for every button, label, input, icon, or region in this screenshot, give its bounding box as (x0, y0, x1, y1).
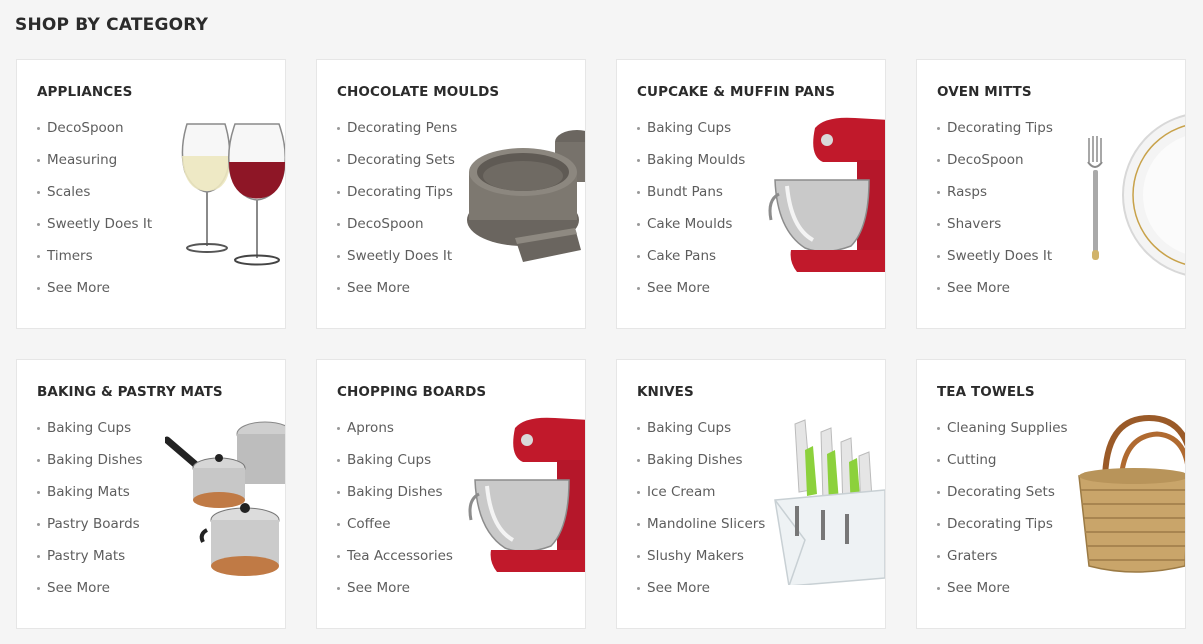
category-title[interactable]: CUPCAKE & MUFFIN PANS (637, 84, 835, 100)
category-link[interactable]: Slushy Makers (637, 548, 765, 580)
category-card-chopping-boards: CHOPPING BOARDS Aprons Baking Cups Bakin… (316, 359, 586, 629)
cookware-pots-image (165, 421, 285, 576)
category-link[interactable]: Baking Cups (37, 420, 143, 452)
category-link[interactable]: Baking Cups (637, 120, 745, 152)
category-card-tea-towels: TEA TOWELS Cleaning Supplies Cutting Dec… (916, 359, 1186, 629)
category-link-list: Decorating Tips DecoSpoon Rasps Shavers … (937, 120, 1053, 312)
category-link-list: Baking Cups Baking Moulds Bundt Pans Cak… (637, 120, 745, 312)
category-card-appliances: APPLIANCES DecoSpoon Measuring Scales Sw… (16, 59, 286, 329)
see-more-link[interactable]: See More (37, 280, 152, 312)
category-link[interactable]: DecoSpoon (937, 152, 1053, 184)
category-link[interactable]: Rasps (937, 184, 1053, 216)
category-link[interactable]: Baking Cups (637, 420, 765, 452)
category-link-list: Aprons Baking Cups Baking Dishes Coffee … (337, 420, 453, 612)
category-link[interactable]: Coffee (337, 516, 453, 548)
category-link[interactable]: Decorating Tips (937, 516, 1068, 548)
category-link[interactable]: Mandoline Slicers (637, 516, 765, 548)
category-title[interactable]: BAKING & PASTRY MATS (37, 384, 223, 400)
category-link[interactable]: Sweetly Does It (37, 216, 152, 248)
category-title[interactable]: TEA TOWELS (937, 384, 1035, 400)
category-link[interactable]: Cake Moulds (637, 216, 745, 248)
category-link[interactable]: DecoSpoon (37, 120, 152, 152)
category-link[interactable]: Bundt Pans (637, 184, 745, 216)
see-more-link[interactable]: See More (637, 580, 765, 612)
category-link-list: Cleaning Supplies Cutting Decorating Set… (937, 420, 1068, 612)
fork-and-plate-image (1087, 114, 1185, 276)
category-link[interactable]: Baking Dishes (637, 452, 765, 484)
see-more-link[interactable]: See More (937, 280, 1053, 312)
category-card-knives: KNIVES Baking Cups Baking Dishes Ice Cre… (616, 359, 886, 629)
category-title[interactable]: OVEN MITTS (937, 84, 1032, 100)
category-link[interactable]: Pastry Boards (37, 516, 143, 548)
category-link[interactable]: DecoSpoon (337, 216, 457, 248)
section-title: SHOP BY CATEGORY (15, 15, 209, 35)
category-link[interactable]: Graters (937, 548, 1068, 580)
see-more-link[interactable]: See More (637, 280, 745, 312)
category-link-list: Baking Cups Baking Dishes Baking Mats Pa… (37, 420, 143, 612)
springform-pans-image (467, 130, 585, 262)
category-link[interactable]: Baking Mats (37, 484, 143, 516)
category-link[interactable]: Shavers (937, 216, 1053, 248)
category-link[interactable]: Pastry Mats (37, 548, 143, 580)
see-more-link[interactable]: See More (937, 580, 1068, 612)
knife-block-image (774, 419, 885, 585)
category-link[interactable]: Cutting (937, 452, 1068, 484)
see-more-link[interactable]: See More (337, 580, 453, 612)
category-link[interactable]: Baking Dishes (337, 484, 453, 516)
category-link[interactable]: Cleaning Supplies (937, 420, 1068, 452)
category-card-oven-mitts: OVEN MITTS Decorating Tips DecoSpoon Ras… (916, 59, 1186, 329)
stand-mixer-image (468, 417, 585, 572)
category-link-list: Baking Cups Baking Dishes Ice Cream Mand… (637, 420, 765, 612)
category-title[interactable]: APPLIANCES (37, 84, 132, 100)
category-card-cupcake-muffin-pans: CUPCAKE & MUFFIN PANS Baking Cups Baking… (616, 59, 886, 329)
category-link-list: DecoSpoon Measuring Scales Sweetly Does … (37, 120, 152, 312)
see-more-link[interactable]: See More (337, 280, 457, 312)
category-link[interactable]: Baking Cups (337, 452, 453, 484)
see-more-link[interactable]: See More (37, 580, 143, 612)
category-link[interactable]: Decorating Sets (937, 484, 1068, 516)
category-link[interactable]: Tea Accessories (337, 548, 453, 580)
category-title[interactable]: CHOPPING BOARDS (337, 384, 486, 400)
category-link[interactable]: Timers (37, 248, 152, 280)
stand-mixer-image (768, 117, 885, 272)
category-link[interactable]: Baking Moulds (637, 152, 745, 184)
wine-glasses-image (181, 123, 285, 266)
category-link[interactable]: Decorating Sets (337, 152, 457, 184)
wicker-basket-image (1078, 414, 1185, 573)
category-link[interactable]: Sweetly Does It (937, 248, 1053, 280)
category-card-chocolate-moulds: CHOCOLATE MOULDS Decorating Pens Decorat… (316, 59, 586, 329)
category-title[interactable]: KNIVES (637, 384, 694, 400)
category-link[interactable]: Decorating Pens (337, 120, 457, 152)
category-link[interactable]: Decorating Tips (937, 120, 1053, 152)
category-grid: APPLIANCES DecoSpoon Measuring Scales Sw… (16, 59, 1186, 629)
category-link-list: Decorating Pens Decorating Sets Decorati… (337, 120, 457, 312)
category-card-baking-pastry-mats: BAKING & PASTRY MATS Baking Cups Baking … (16, 359, 286, 629)
category-link[interactable]: Ice Cream (637, 484, 765, 516)
category-link[interactable]: Sweetly Does It (337, 248, 457, 280)
category-link[interactable]: Aprons (337, 420, 453, 452)
category-link[interactable]: Measuring (37, 152, 152, 184)
category-title[interactable]: CHOCOLATE MOULDS (337, 84, 499, 100)
category-link[interactable]: Baking Dishes (37, 452, 143, 484)
category-link[interactable]: Cake Pans (637, 248, 745, 280)
category-link[interactable]: Decorating Tips (337, 184, 457, 216)
category-link[interactable]: Scales (37, 184, 152, 216)
